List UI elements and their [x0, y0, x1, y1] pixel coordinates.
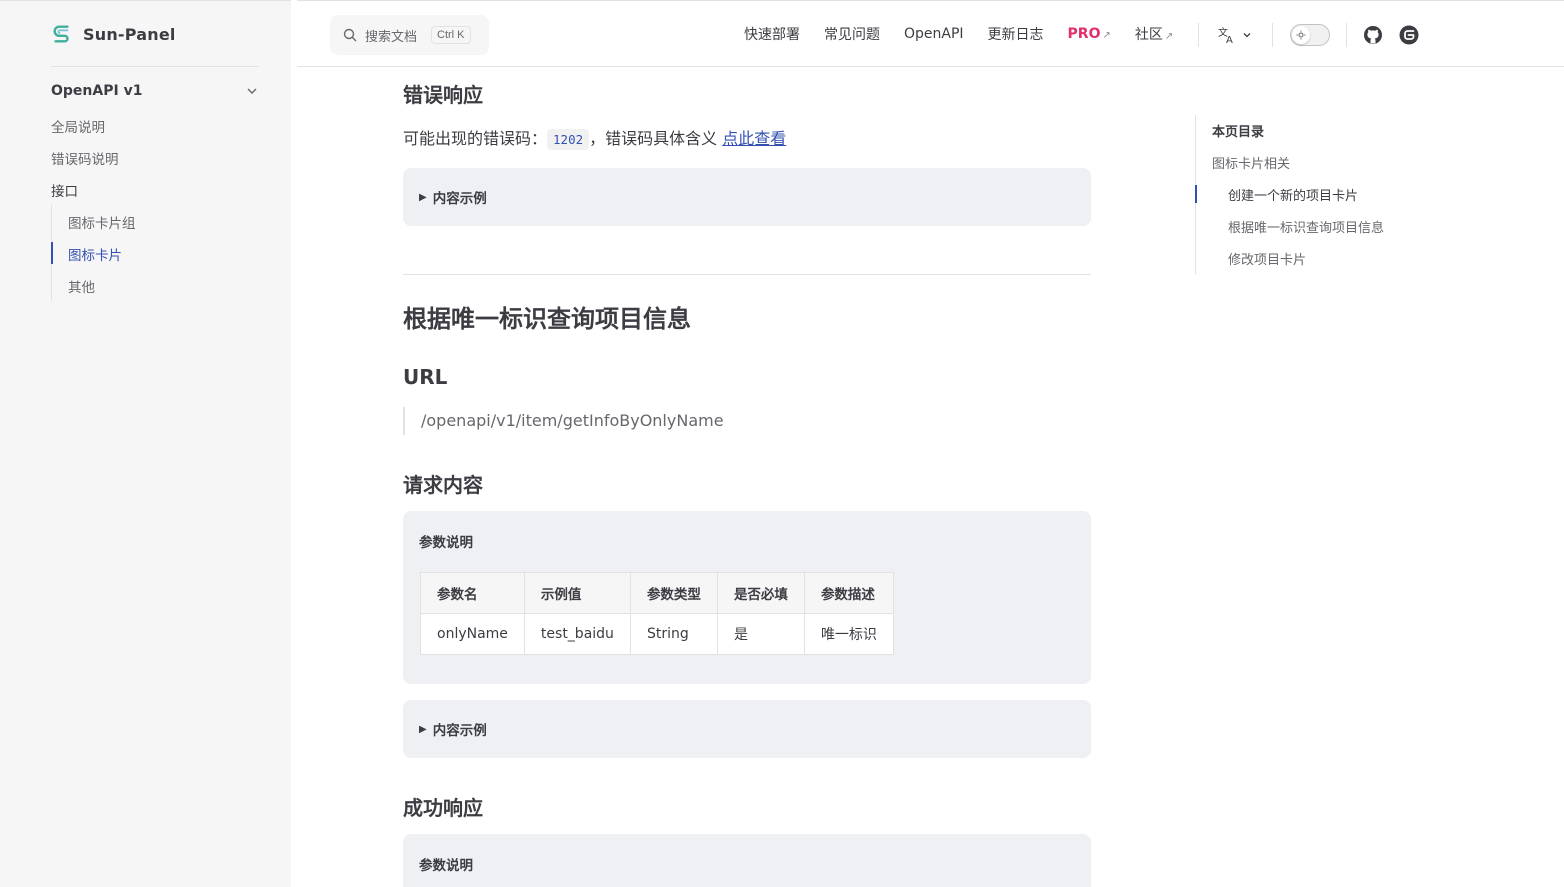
success-card-title: 参数说明: [419, 858, 473, 874]
table-cell: 唯一标识: [803, 613, 894, 655]
sidebar: Sun-Panel OpenAPI v1 全局说明 错误码说明 接口 图标卡片组…: [0, 0, 291, 887]
table-header: 参数类型: [629, 572, 718, 614]
nav-link-community[interactable]: 社区 ↗: [1135, 24, 1173, 44]
error-code: 1202: [547, 129, 590, 150]
error-response-heading: 错误响应: [403, 83, 483, 107]
params-card-title: 参数说明: [419, 535, 473, 551]
theme-toggle-knob: [1292, 26, 1310, 44]
pro-label: PRO: [1067, 26, 1101, 42]
params-card: 参数说明 参数名 示例值 参数类型 是否必填 参数描述 onlyName tes…: [403, 511, 1091, 684]
sun-panel-logo-icon: [53, 25, 69, 43]
toc-item[interactable]: 图标卡片相关: [1212, 153, 1290, 172]
github-icon[interactable]: [1363, 25, 1383, 45]
chevron-down-icon[interactable]: [245, 84, 259, 98]
table-cell: String: [629, 613, 718, 655]
caret-right-icon: ▶: [419, 723, 427, 735]
success-params-card: 参数说明: [403, 834, 1091, 887]
table-cell: onlyName: [420, 613, 525, 655]
error-text-before: 可能出现的错误码：: [403, 129, 548, 148]
brand-logo[interactable]: Sun-Panel: [51, 23, 176, 45]
sidebar-item-icon-card-group[interactable]: 图标卡片组: [68, 212, 136, 232]
search-shortcut: Ctrl K: [431, 26, 471, 44]
divider: [1198, 23, 1199, 47]
nav-link-changelog[interactable]: 更新日志: [988, 24, 1044, 44]
success-response-heading: 成功响应: [403, 796, 483, 820]
top-navigation: 快速部署 常见问题 OpenAPI 更新日志 PRO ↗ 社区 ↗: [744, 24, 1197, 44]
params-table: 参数名 示例值 参数类型 是否必填 参数描述 onlyName test_bai…: [420, 572, 894, 655]
sun-icon: [1296, 30, 1306, 40]
toc-active-marker: [1195, 185, 1197, 203]
sidebar-item-other[interactable]: 其他: [68, 276, 95, 296]
nav-link-openapi[interactable]: OpenAPI: [904, 26, 964, 42]
translate-icon: 文 A: [1218, 26, 1233, 44]
sidebar-item-global[interactable]: 全局说明: [51, 116, 105, 136]
brand-name: Sun-Panel: [83, 24, 176, 44]
table-header: 示例值: [523, 572, 631, 614]
table-cell: test_baidu: [523, 613, 631, 655]
table-header: 参数描述: [803, 572, 894, 614]
caret-right-icon: ▶: [419, 191, 427, 203]
content-example-toggle[interactable]: ▶ 内容示例: [403, 168, 1091, 226]
theme-toggle[interactable]: [1290, 24, 1330, 46]
toc-item-active[interactable]: 创建一个新的项目卡片: [1228, 185, 1358, 204]
details-label: 内容示例: [432, 191, 487, 207]
sidebar-item-error-codes[interactable]: 错误码说明: [51, 148, 119, 168]
table-row: onlyName test_baidu String 是 唯一标识: [420, 613, 894, 655]
search-button[interactable]: 搜索文档 Ctrl K: [330, 15, 489, 55]
external-link-icon: ↗: [1164, 31, 1174, 42]
sidebar-subnav: 图标卡片组 图标卡片 其他: [51, 205, 136, 301]
section-divider: [403, 274, 1091, 275]
search-icon: [343, 28, 357, 42]
divider: [1346, 23, 1347, 47]
table-header-row: 参数名 示例值 参数类型 是否必填 参数描述: [420, 572, 894, 614]
external-link-icon: ↗: [1102, 30, 1111, 41]
top-bar: 搜索文档 Ctrl K 快速部署 常见问题 OpenAPI 更新日志 PRO ↗ …: [297, 0, 1564, 67]
request-heading: 请求内容: [403, 473, 483, 497]
community-label: 社区: [1134, 27, 1163, 43]
nav-link-quick-deploy[interactable]: 快速部署: [744, 24, 800, 44]
error-code-link[interactable]: 点此查看: [722, 129, 786, 148]
svg-text:A: A: [1226, 35, 1233, 44]
sidebar-item-interface[interactable]: 接口: [51, 180, 78, 200]
toc-title: 本页目录: [1212, 125, 1265, 140]
toc-item[interactable]: 根据唯一标识查询项目信息: [1228, 217, 1384, 236]
details-label: 内容示例: [432, 723, 487, 739]
url-blockquote: /openapi/v1/item/getInfoByOnlyName: [403, 407, 724, 435]
nav-link-faq[interactable]: 常见问题: [824, 24, 880, 44]
table-cell: 是: [716, 613, 805, 655]
content-example-toggle[interactable]: ▶ 内容示例: [403, 700, 1091, 758]
table-header: 是否必填: [716, 572, 805, 614]
table-of-contents: 本页目录 图标卡片相关 创建一个新的项目卡片 根据唯一标识查询项目信息 修改项目…: [1195, 115, 1435, 274]
search-placeholder: 搜索文档: [365, 29, 418, 45]
sidebar-section-label: OpenAPI v1: [51, 83, 143, 99]
sidebar-section-openapi[interactable]: OpenAPI v1: [51, 83, 259, 99]
section-title: 根据唯一标识查询项目信息: [403, 305, 691, 333]
chevron-down-icon: [1243, 33, 1251, 38]
active-indicator: [51, 242, 53, 264]
language-switcher[interactable]: 文 A: [1218, 26, 1252, 44]
divider: [1272, 23, 1273, 47]
error-text-after: ，错误码具体含义: [589, 129, 723, 148]
toc-item[interactable]: 修改项目卡片: [1228, 249, 1306, 268]
table-header: 参数名: [420, 572, 525, 614]
error-paragraph: 可能出现的错误码： 1202 ，错误码具体含义 点此查看: [403, 125, 786, 150]
sidebar-divider: [51, 66, 259, 67]
url-heading: URL: [403, 365, 448, 389]
gitee-icon[interactable]: [1399, 25, 1419, 45]
sidebar-item-icon-card[interactable]: 图标卡片: [68, 244, 122, 264]
nav-link-pro[interactable]: PRO ↗: [1068, 26, 1111, 42]
